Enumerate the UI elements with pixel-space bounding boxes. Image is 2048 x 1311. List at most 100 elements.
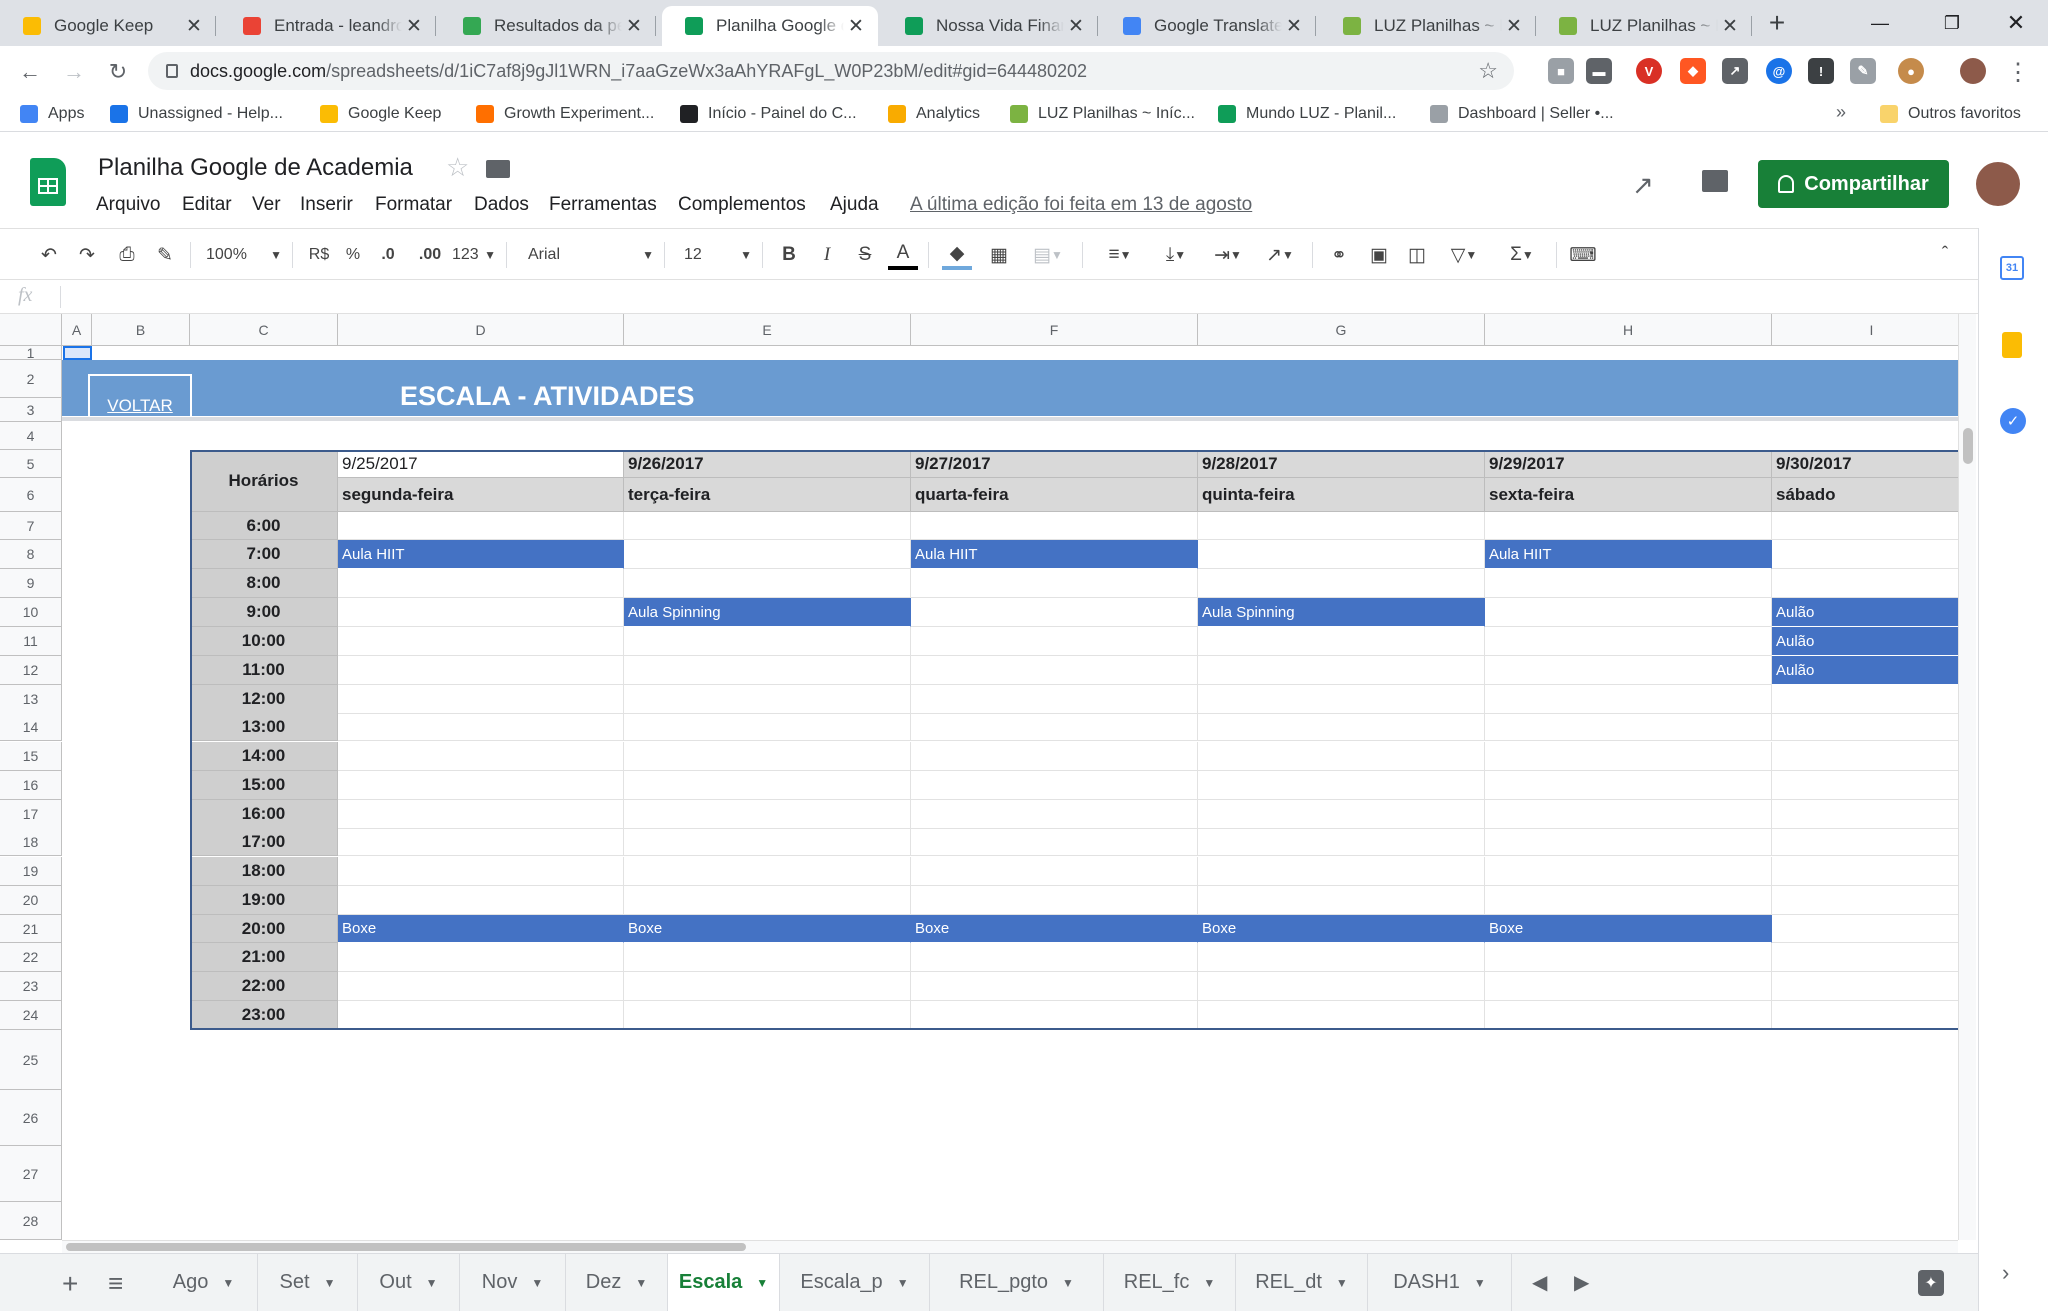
text-wrapping-icon[interactable]: ⇥ ▼ xyxy=(1206,240,1250,270)
redo-icon[interactable]: ↷ xyxy=(72,240,102,270)
browser-tab[interactable]: LUZ Planilhas ~ Planilhas✕ xyxy=(1536,6,1752,46)
scroll-tabs-right-icon[interactable]: ▶ xyxy=(1574,1270,1589,1295)
row-header[interactable]: 25 xyxy=(0,1030,62,1090)
back-icon[interactable]: ← xyxy=(12,54,48,90)
chevron-down-icon[interactable]: ▼ xyxy=(222,1276,234,1290)
extension-icon-blue[interactable]: @ xyxy=(1766,58,1792,84)
comments-icon[interactable] xyxy=(1702,170,1728,192)
vertical-align-icon[interactable]: ⤓ ▼ xyxy=(1154,240,1198,270)
empty-cell[interactable] xyxy=(1198,1001,1485,1030)
empty-cell[interactable] xyxy=(338,598,624,627)
browser-tab[interactable]: Google Keep ✕ xyxy=(0,6,216,46)
extension-icon-orange[interactable]: ◆ xyxy=(1680,58,1706,84)
row-header[interactable]: 6 xyxy=(0,478,62,512)
bookmarks-more[interactable]: » xyxy=(1836,102,1846,123)
extension-icon-share[interactable]: ↗ xyxy=(1722,58,1748,84)
menu-item-dados[interactable]: Dados xyxy=(474,194,529,216)
row-header[interactable]: 21 xyxy=(0,915,62,943)
empty-cell[interactable] xyxy=(911,857,1198,886)
close-tab-icon[interactable]: ✕ xyxy=(1064,15,1088,38)
empty-cell[interactable] xyxy=(1772,569,1960,598)
row-header[interactable]: 28 xyxy=(0,1202,62,1240)
horizontal-align-icon[interactable]: ≡ ▼ xyxy=(1098,240,1142,270)
paint-format-icon[interactable]: ✎ xyxy=(150,240,180,270)
empty-cell[interactable] xyxy=(624,685,911,714)
column-header[interactable]: E xyxy=(624,314,911,346)
empty-cell[interactable] xyxy=(338,857,624,886)
horizontal-scroll-thumb[interactable] xyxy=(66,1243,746,1251)
empty-cell[interactable] xyxy=(911,828,1198,856)
column-header[interactable]: A xyxy=(62,314,92,346)
empty-cell[interactable] xyxy=(911,771,1198,800)
all-sheets-icon[interactable]: ≡ xyxy=(108,1268,123,1299)
functions-icon[interactable]: Σ ▼ xyxy=(1500,240,1544,270)
activity-cell[interactable]: Aula HIIT xyxy=(338,540,624,569)
empty-cell[interactable] xyxy=(338,800,624,829)
sheet-tab-dez[interactable]: Dez ▼ xyxy=(566,1254,668,1311)
chrome-menu-icon[interactable]: ⋮ xyxy=(2000,54,2036,90)
horizontal-scrollbar[interactable] xyxy=(62,1240,1958,1253)
keep-icon[interactable] xyxy=(2002,332,2022,358)
browser-tab[interactable]: Nossa Vida Financeira✕ xyxy=(882,6,1098,46)
close-tab-icon[interactable]: ✕ xyxy=(1718,15,1742,38)
font-size-select[interactable]: 12 ▼ xyxy=(684,240,752,270)
close-tab-icon[interactable]: ✕ xyxy=(1282,15,1306,38)
empty-cell[interactable] xyxy=(338,828,624,856)
folder-move-icon[interactable] xyxy=(486,160,510,178)
chevron-down-icon[interactable]: ▼ xyxy=(756,1276,768,1290)
scroll-tabs-left-icon[interactable]: ◀ xyxy=(1532,1270,1547,1295)
close-tab-icon[interactable]: ✕ xyxy=(402,15,426,38)
empty-cell[interactable] xyxy=(338,1001,624,1030)
activity-trend-icon[interactable]: ↗ xyxy=(1632,170,1654,201)
empty-cell[interactable] xyxy=(1485,627,1772,656)
empty-cell[interactable] xyxy=(1485,886,1772,915)
decrease-decimal-button[interactable]: .0 xyxy=(372,240,404,270)
close-window-button[interactable]: ✕ xyxy=(1986,0,2046,46)
empty-cell[interactable] xyxy=(911,713,1198,741)
activity-cell[interactable]: Boxe xyxy=(911,915,1198,943)
chevron-down-icon[interactable]: ▼ xyxy=(897,1276,909,1290)
vertical-scrollbar[interactable] xyxy=(1958,314,1976,1240)
row-header[interactable]: 19 xyxy=(0,857,62,886)
empty-cell[interactable] xyxy=(624,828,911,856)
chevron-down-icon[interactable]: ▼ xyxy=(531,1276,543,1290)
extension-icon-shield[interactable]: ! xyxy=(1808,58,1834,84)
empty-cell[interactable] xyxy=(624,943,911,972)
column-header[interactable]: H xyxy=(1485,314,1772,346)
empty-cell[interactable] xyxy=(911,598,1198,627)
insert-comment-icon[interactable]: ▣ xyxy=(1364,240,1394,270)
collapse-toolbar-icon[interactable]: ˆ xyxy=(1930,240,1960,270)
empty-cell[interactable] xyxy=(1198,828,1485,856)
text-rotation-icon[interactable]: ↗ ▼ xyxy=(1258,240,1302,270)
selected-cell[interactable] xyxy=(63,346,92,360)
insert-chart-icon[interactable]: ◫ xyxy=(1402,240,1432,270)
tasks-icon[interactable]: ✓ xyxy=(2000,408,2026,434)
column-header[interactable]: D xyxy=(338,314,624,346)
empty-cell[interactable] xyxy=(1485,828,1772,856)
empty-cell[interactable] xyxy=(1485,1001,1772,1030)
column-header[interactable]: I xyxy=(1772,314,1960,346)
calendar-icon[interactable]: 31 xyxy=(2000,256,2024,280)
empty-cell[interactable] xyxy=(1485,742,1772,771)
empty-cell[interactable] xyxy=(338,685,624,714)
other-bookmarks[interactable]: Outros favoritos xyxy=(1880,100,2021,128)
strikethrough-button[interactable]: S xyxy=(850,240,880,270)
row-header[interactable]: 13 xyxy=(0,685,62,714)
merge-cells-icon[interactable]: ▤ ▼ xyxy=(1026,240,1070,270)
row-header[interactable]: 22 xyxy=(0,943,62,972)
empty-cell[interactable] xyxy=(624,972,911,1001)
browser-tab[interactable]: Planilha Google de Academia✕ xyxy=(662,6,878,46)
close-tab-icon[interactable]: ✕ xyxy=(182,15,206,38)
fill-color-icon[interactable]: ◆ xyxy=(942,240,972,270)
empty-cell[interactable] xyxy=(1772,828,1960,856)
empty-cell[interactable] xyxy=(1198,771,1485,800)
row-header[interactable]: 16 xyxy=(0,771,62,800)
font-family-select[interactable]: Arial ▼ xyxy=(528,240,654,270)
reload-icon[interactable]: ↻ xyxy=(100,54,136,90)
menu-item-complementos[interactable]: Complementos xyxy=(678,194,806,216)
sheet-tab-rel_dt[interactable]: REL_dt ▼ xyxy=(1236,1254,1368,1311)
empty-cell[interactable] xyxy=(1485,771,1772,800)
empty-cell[interactable] xyxy=(911,685,1198,714)
empty-cell[interactable] xyxy=(624,771,911,800)
empty-cell[interactable] xyxy=(911,1001,1198,1030)
